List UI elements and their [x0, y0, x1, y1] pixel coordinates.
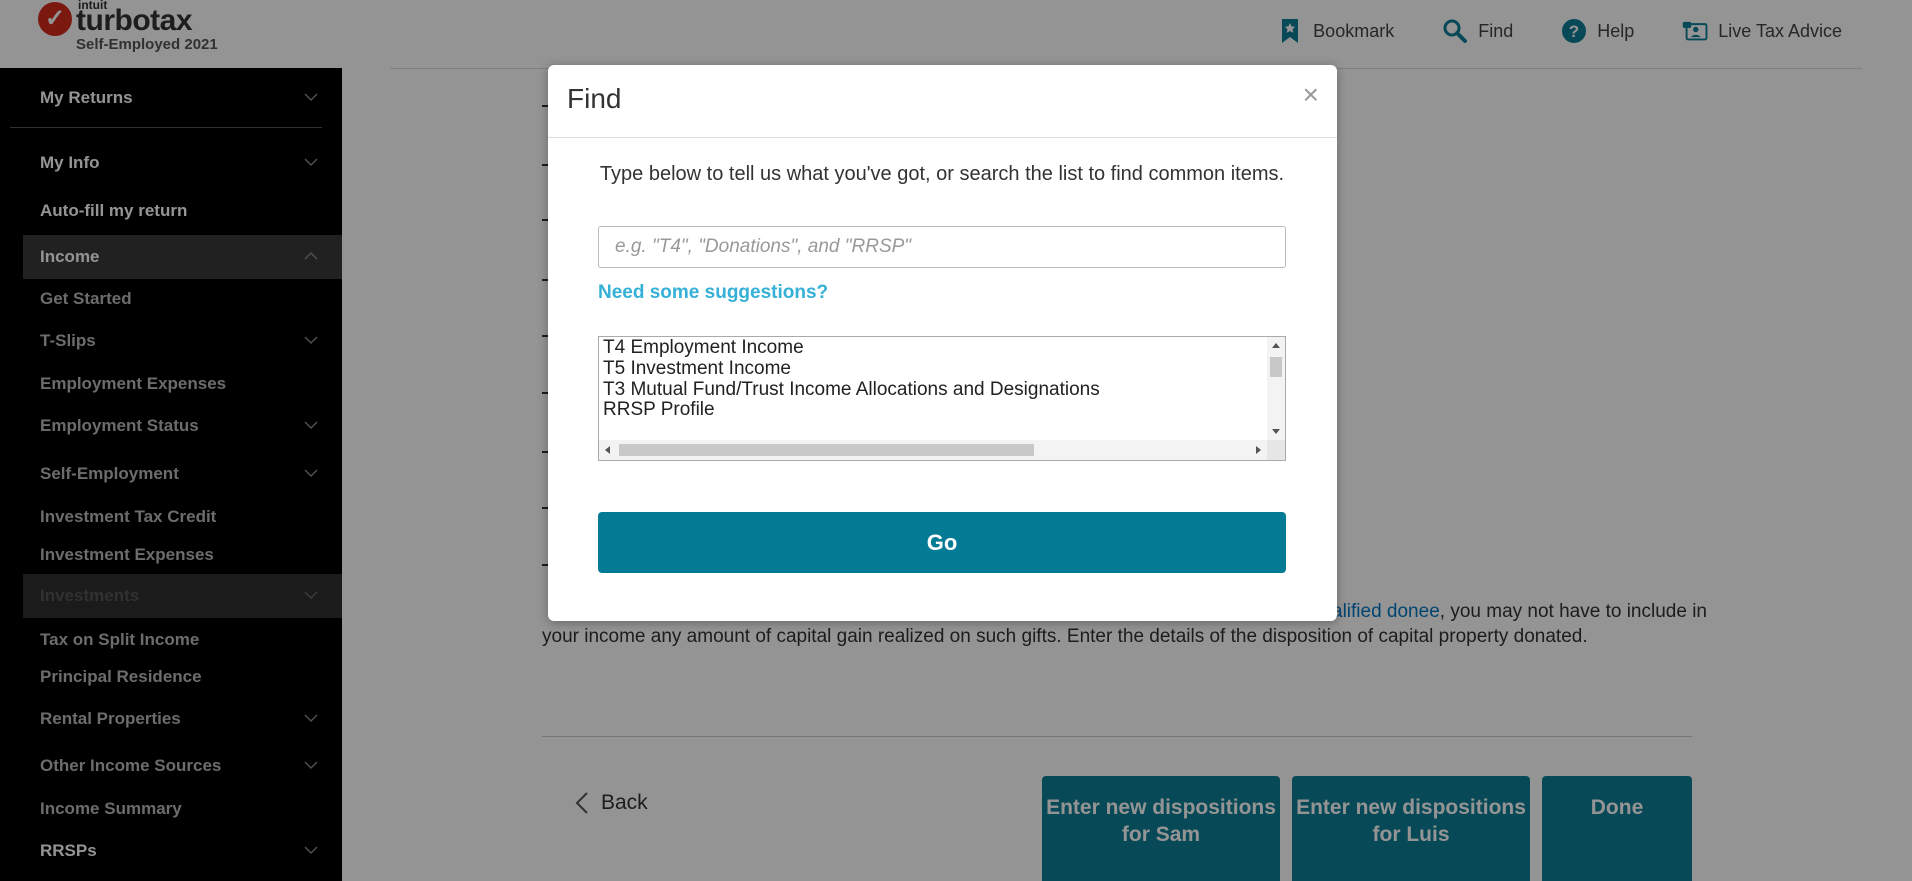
go-button[interactable]: Go: [598, 512, 1286, 573]
dialog-title: Find: [567, 83, 622, 114]
scroll-down-arrow-icon[interactable]: [1272, 429, 1280, 434]
scrollbar-corner: [1267, 440, 1285, 460]
scroll-up-arrow-icon[interactable]: [1272, 343, 1280, 348]
suggestions-link[interactable]: Need some suggestions?: [598, 282, 828, 304]
vertical-scrollbar[interactable]: [1267, 337, 1285, 440]
list-item[interactable]: T4 Employment Income: [603, 337, 804, 359]
scroll-left-arrow-icon[interactable]: [605, 446, 610, 454]
list-item[interactable]: T3 Mutual Fund/Trust Income Allocations …: [603, 379, 1100, 401]
common-items-listbox[interactable]: T4 Employment Income T5 Investment Incom…: [598, 336, 1286, 461]
find-instructions: Type below to tell us what you've got, o…: [599, 163, 1285, 185]
vertical-scroll-thumb[interactable]: [1270, 357, 1282, 377]
horizontal-scrollbar[interactable]: [599, 440, 1267, 460]
find-dialog: Find × Type below to tell us what you've…: [548, 65, 1337, 621]
close-icon[interactable]: ×: [1303, 81, 1319, 109]
horizontal-scroll-thumb[interactable]: [619, 444, 1034, 456]
list-item[interactable]: RRSP Profile: [603, 399, 715, 421]
find-search-input[interactable]: [598, 226, 1286, 268]
list-item[interactable]: T5 Investment Income: [603, 358, 791, 380]
scroll-right-arrow-icon[interactable]: [1256, 446, 1261, 454]
dialog-header-divider: [548, 137, 1337, 138]
